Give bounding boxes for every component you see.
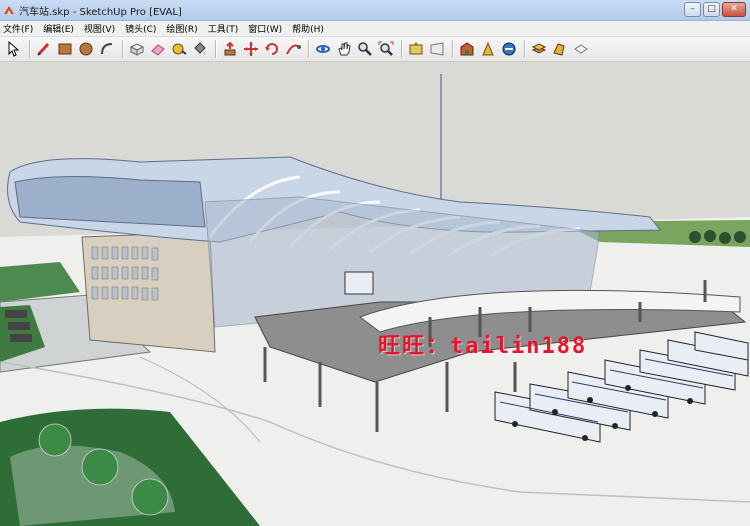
pencil-line-icon[interactable] <box>34 39 54 59</box>
menu-camera[interactable]: 镜头(C) <box>125 22 156 35</box>
circle-icon[interactable] <box>76 39 96 59</box>
window-controls: – □ ✕ <box>684 2 746 17</box>
toolbar-separator <box>401 40 402 58</box>
materials-icon[interactable] <box>550 39 570 59</box>
main-toolbar <box>0 37 750 62</box>
push-pull-icon[interactable] <box>220 39 240 59</box>
styles-icon[interactable] <box>571 39 591 59</box>
get-models-icon[interactable] <box>406 39 426 59</box>
paint-bucket-icon[interactable] <box>190 39 210 59</box>
toolbar-separator <box>122 40 123 58</box>
eraser-icon[interactable] <box>148 39 168 59</box>
menu-window[interactable]: 窗口(W) <box>248 22 282 35</box>
model-viewport[interactable]: 旺旺：tailin188 <box>0 62 750 526</box>
toolbar-separator <box>215 40 216 58</box>
close-button[interactable]: ✕ <box>722 2 746 17</box>
move-icon[interactable] <box>241 39 261 59</box>
orbit-icon[interactable] <box>313 39 333 59</box>
menu-file[interactable]: 文件(F) <box>3 22 33 35</box>
menu-help[interactable]: 帮助(H) <box>292 22 324 35</box>
window-title: 汽车站.skp - SketchUp Pro [EVAL] <box>19 6 182 18</box>
menu-view[interactable]: 视图(V) <box>84 22 115 35</box>
toolbar-separator <box>29 40 30 58</box>
title-bar: 汽车站.skp - SketchUp Pro [EVAL] – □ ✕ <box>0 0 750 21</box>
component-icon[interactable] <box>478 39 498 59</box>
extension-icon[interactable] <box>499 39 519 59</box>
follow-me-icon[interactable] <box>283 39 303 59</box>
arc-icon[interactable] <box>97 39 117 59</box>
sketchup-app-icon <box>4 6 14 14</box>
zoom-icon[interactable] <box>355 39 375 59</box>
rotate-icon[interactable] <box>262 39 282 59</box>
layer-icon[interactable] <box>529 39 549 59</box>
toolbar-separator <box>308 40 309 58</box>
menu-tools[interactable]: 工具(T) <box>208 22 239 35</box>
toolbar-separator <box>452 40 453 58</box>
menu-edit[interactable]: 编辑(E) <box>43 22 74 35</box>
bus-station-3d-model <box>0 62 750 526</box>
select-icon[interactable] <box>4 39 24 59</box>
watermark-text: 旺旺：tailin188 <box>378 334 588 359</box>
menu-draw[interactable]: 绘图(R) <box>166 22 197 35</box>
warehouse-icon[interactable] <box>457 39 477 59</box>
make-component-icon[interactable] <box>127 39 147 59</box>
menu-bar: 文件(F) 编辑(E) 视图(V) 镜头(C) 绘图(R) 工具(T) 窗口(W… <box>0 21 750 37</box>
tape-measure-icon[interactable] <box>169 39 189 59</box>
maximize-button[interactable]: □ <box>703 2 720 17</box>
minimize-button[interactable]: – <box>684 2 701 17</box>
zoom-extents-icon[interactable] <box>376 39 396 59</box>
toolbar-separator <box>524 40 525 58</box>
pan-icon[interactable] <box>334 39 354 59</box>
rectangle-icon[interactable] <box>55 39 75 59</box>
share-model-icon[interactable] <box>427 39 447 59</box>
